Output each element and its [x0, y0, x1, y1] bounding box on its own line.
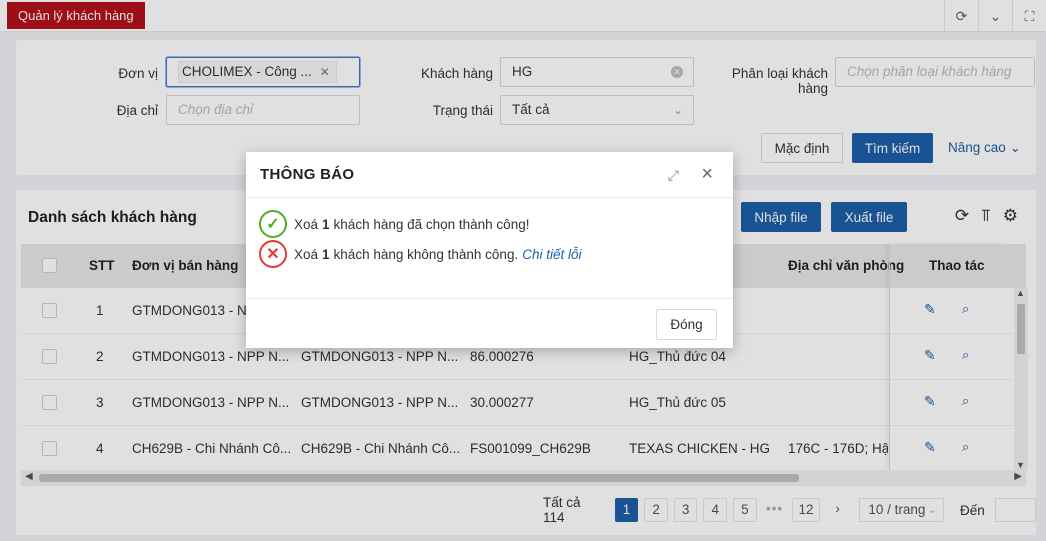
error-details-link[interactable]: Chi tiết lỗi [522, 247, 581, 262]
msg1-prefix: Xoá [294, 216, 319, 232]
msg2-prefix: Xoá [294, 246, 319, 262]
msg1-count: 1 [322, 216, 330, 232]
check-circle-icon: ✓ [259, 210, 287, 238]
msg2-count: 1 [322, 246, 330, 262]
msg1-text: khách hàng đã chọn thành công! [333, 216, 530, 232]
success-message: ✓ Xoá 1 khách hàng đã chọn thành công! [259, 210, 529, 238]
close-button[interactable]: Đóng [656, 309, 717, 340]
modal-title: THÔNG BÁO [260, 166, 355, 183]
close-icon[interactable]: × [701, 164, 713, 184]
error-circle-icon: ✕ [259, 240, 287, 268]
expand-icon[interactable]: ⤢ [668, 167, 679, 184]
modal-footer: Đóng [246, 298, 733, 348]
modal-header: THÔNG BÁO ⤢ × [246, 152, 733, 198]
error-message: ✕ Xoá 1 khách hàng không thành công. Chi… [259, 240, 581, 268]
notification-modal: THÔNG BÁO ⤢ × ✓ Xoá 1 khách hàng đã chọn… [246, 152, 733, 348]
msg2-text: khách hàng không thành công. [333, 246, 519, 262]
